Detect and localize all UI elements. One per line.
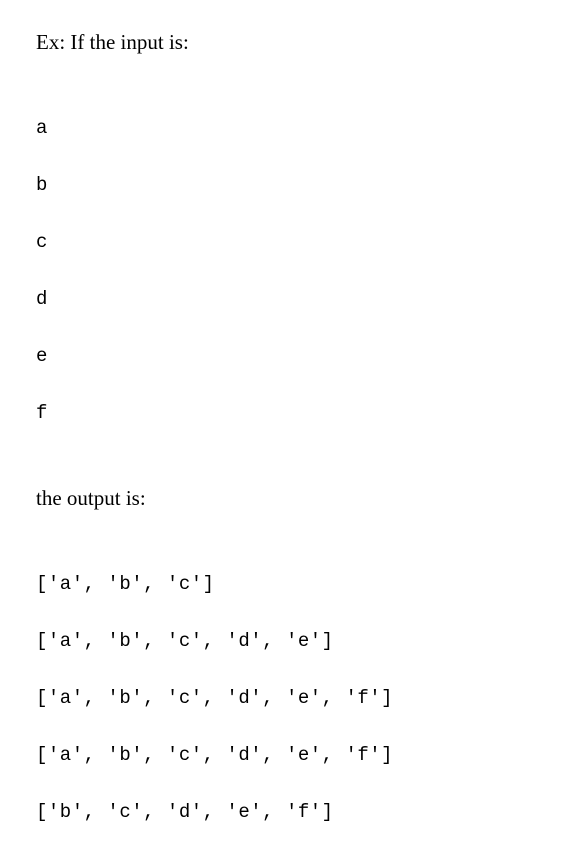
output-line: ['b', 'c', 'd', 'e', 'f'] [36, 798, 532, 827]
output-line: ['a', 'b', 'c', 'd', 'e'] [36, 627, 532, 656]
output-line: ['a', 'b', 'c'] [36, 570, 532, 599]
output-line: ['a', 'b', 'c', 'd', 'e', 'f'] [36, 684, 532, 713]
input-line: c [36, 228, 532, 257]
input-line: e [36, 342, 532, 371]
input-block: a b c d e f [36, 85, 532, 456]
input-line: b [36, 171, 532, 200]
input-line: d [36, 285, 532, 314]
output-block: ['a', 'b', 'c'] ['a', 'b', 'c', 'd', 'e'… [36, 541, 532, 855]
intro-text: Ex: If the input is: [36, 28, 532, 57]
input-line: f [36, 399, 532, 428]
mid-text: the output is: [36, 484, 532, 513]
input-line: a [36, 114, 532, 143]
output-line: ['a', 'b', 'c', 'd', 'e', 'f'] [36, 741, 532, 770]
